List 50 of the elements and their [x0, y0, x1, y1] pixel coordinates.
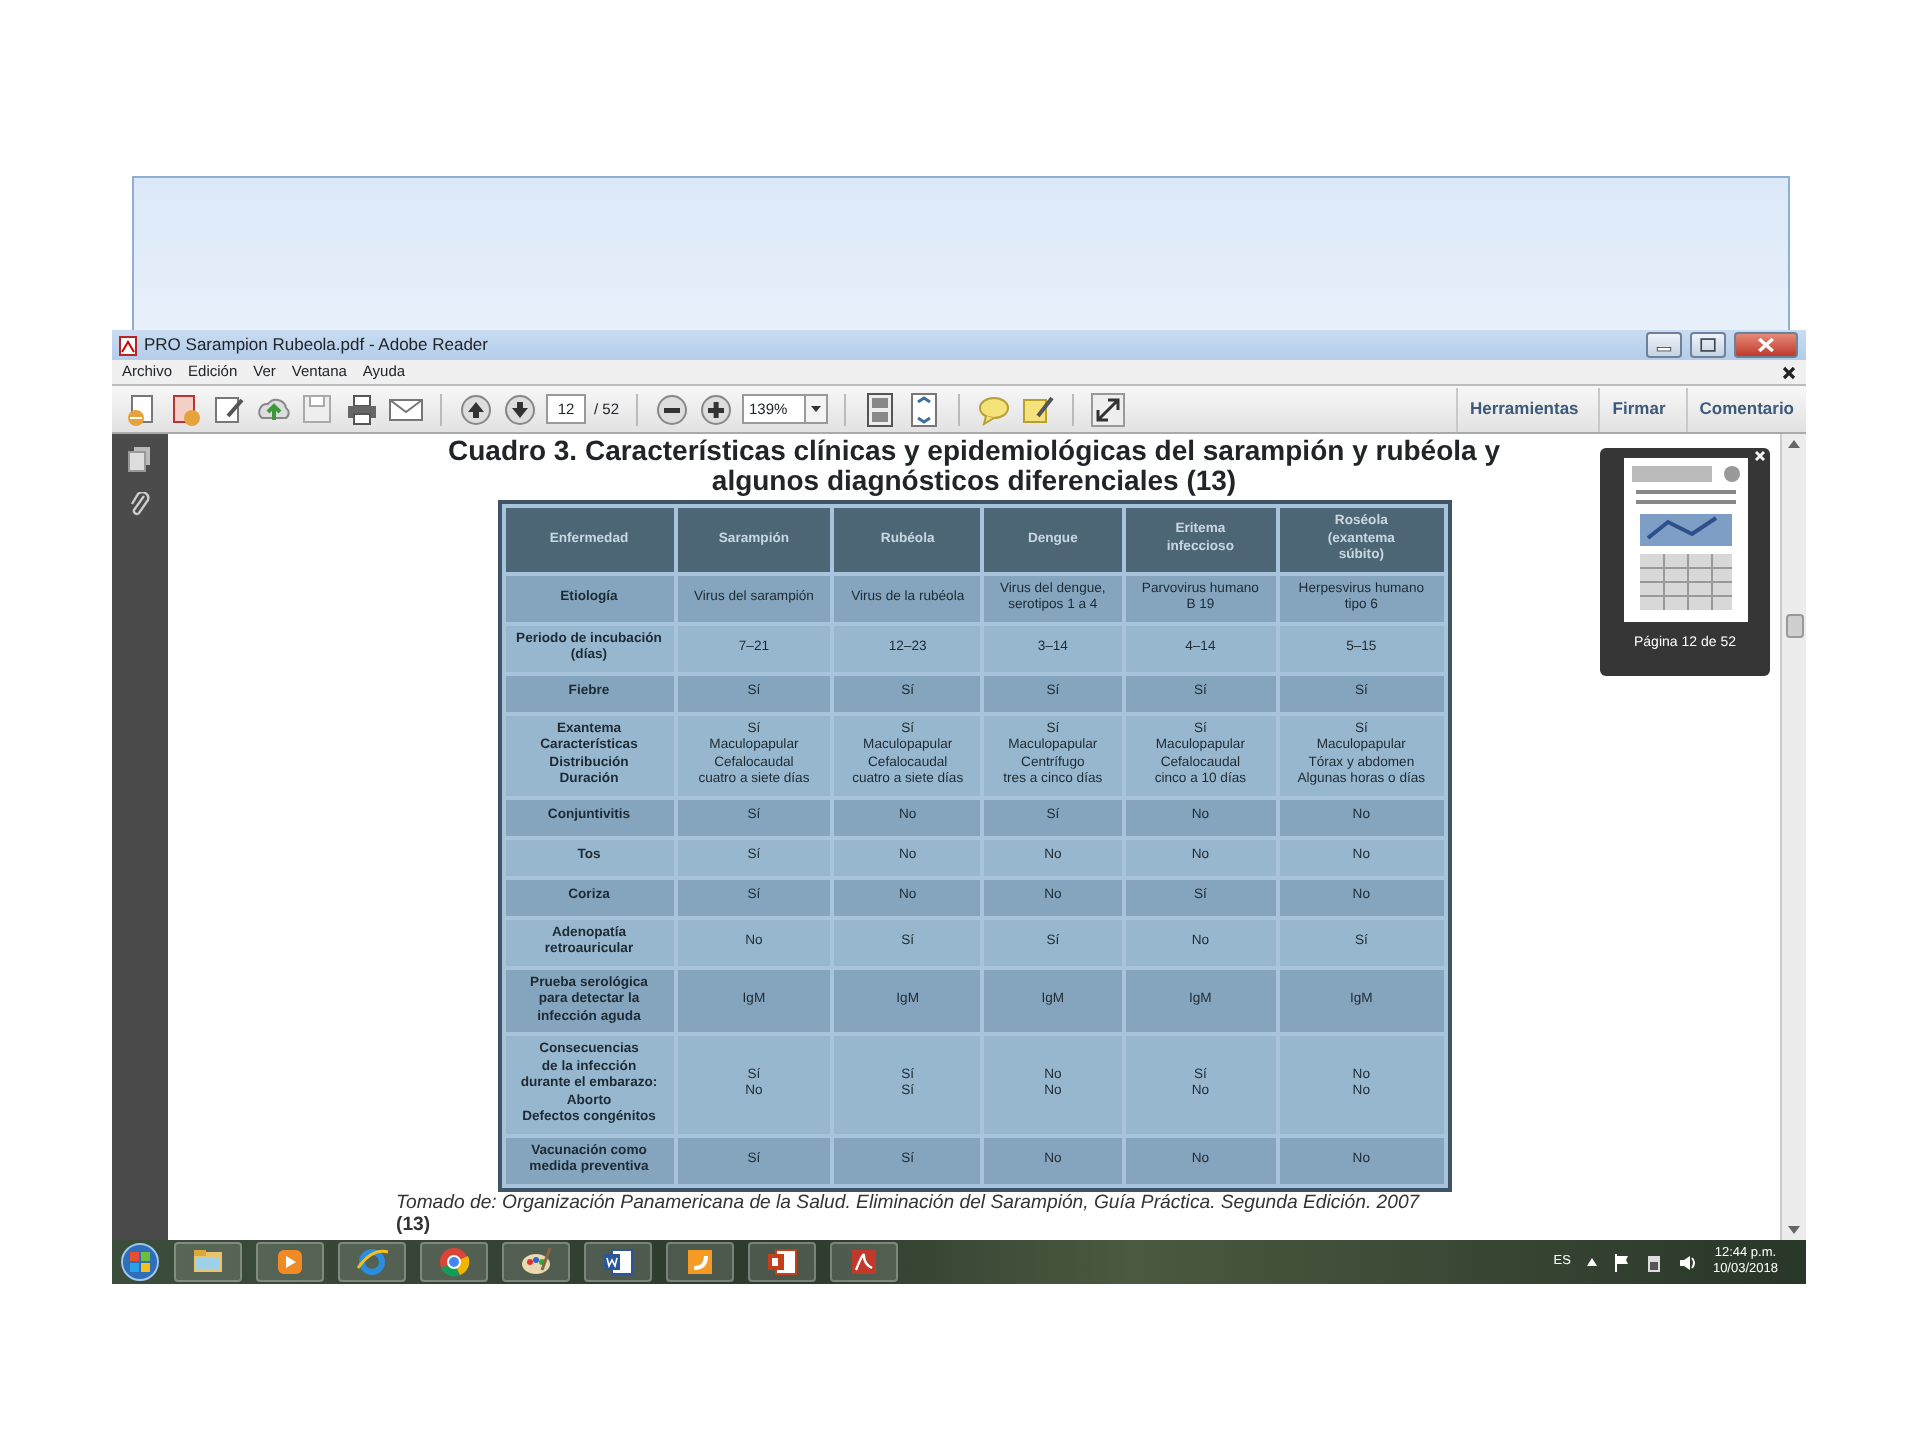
presentation-icon: [682, 1244, 718, 1280]
print-icon[interactable]: [344, 391, 380, 427]
taskbar-app[interactable]: [256, 1242, 324, 1282]
taskbar-app[interactable]: [174, 1242, 242, 1282]
page-thumbnail-drawing[interactable]: [1623, 458, 1747, 622]
edit-icon[interactable]: [212, 391, 248, 427]
word-document-icon: [600, 1244, 636, 1280]
pdf-icon: [118, 335, 138, 355]
dropdown-icon[interactable]: [803, 394, 828, 424]
source-citation: (13): [396, 1213, 433, 1235]
pdf-reader-icon: [846, 1244, 882, 1280]
document-title: Cuadro 3. Características clínicas y epidemiológicas del sarampión y rubéola y: [448, 436, 1500, 464]
highlight-icon[interactable]: [1019, 391, 1056, 427]
convert-icon[interactable]: [168, 391, 204, 427]
taskbar-app[interactable]: [666, 1242, 734, 1282]
panel-tab[interactable]: Comentario: [1685, 387, 1806, 431]
taskbar-app[interactable]: [584, 1242, 652, 1282]
scrollbar-thumb[interactable]: [1785, 614, 1803, 638]
maximize-icon[interactable]: [1690, 332, 1726, 358]
taskbar-app[interactable]: [502, 1242, 570, 1282]
taskbar-app[interactable]: [420, 1242, 488, 1282]
panel-tab[interactable]: Firmar: [1598, 387, 1678, 431]
minimize-icon[interactable]: [1646, 332, 1682, 358]
show-hidden-icon[interactable]: [1586, 1256, 1599, 1268]
close-icon[interactable]: [1782, 365, 1796, 379]
page-up-icon[interactable]: [458, 391, 494, 427]
pages-icon[interactable]: [128, 446, 152, 472]
paint-palette-icon: [518, 1244, 554, 1280]
flag-icon[interactable]: [1614, 1253, 1631, 1271]
source-citation: Tomado de: Organización Panamericana de la Salud. Eliminación del Sarampión, Guía Práctica. Segunda Edición. 2007: [396, 1191, 1422, 1213]
zoom-in-icon[interactable]: [697, 391, 734, 427]
paperclip-icon[interactable]: [130, 492, 150, 518]
taskbar-app[interactable]: [748, 1242, 816, 1282]
window-title: PRO Sarampion Rubeola.pdf - Adobe Reader: [144, 332, 488, 358]
battery-icon[interactable]: [1646, 1253, 1663, 1271]
powerpoint-icon: [764, 1244, 800, 1280]
start-icon[interactable]: [120, 1242, 160, 1282]
zoom-out-icon[interactable]: [653, 391, 690, 427]
page-down-icon[interactable]: [502, 391, 538, 427]
media-player-icon: [272, 1244, 308, 1280]
taskbar-app[interactable]: [830, 1242, 898, 1282]
expand-icon[interactable]: [1089, 391, 1126, 427]
fit-page-icon[interactable]: [905, 391, 942, 427]
taskbar-app[interactable]: [338, 1242, 406, 1282]
speaker-icon[interactable]: [1678, 1253, 1697, 1271]
single-page-icon[interactable]: [861, 391, 898, 427]
panel-tab[interactable]: Herramientas: [1455, 387, 1591, 431]
browser-icon: [436, 1244, 472, 1280]
document-title: algunos diagnósticos diferenciales (13): [711, 466, 1237, 494]
browser-icon: [354, 1244, 390, 1280]
